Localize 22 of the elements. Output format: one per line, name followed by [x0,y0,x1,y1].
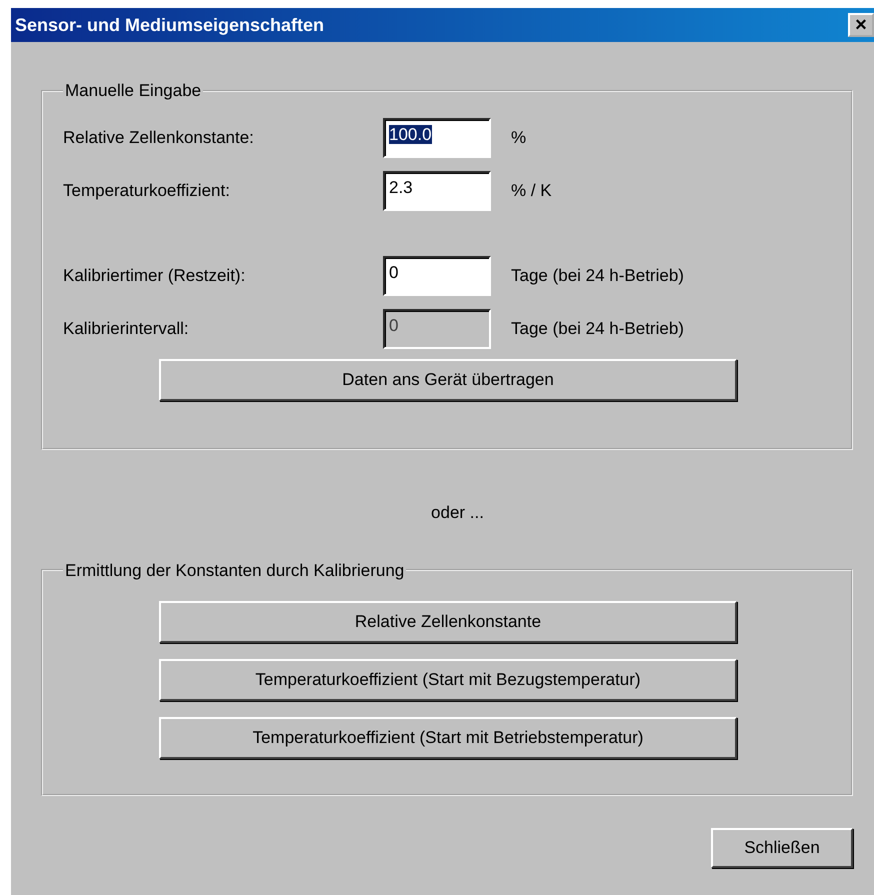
calibration-button[interactable]: Temperaturkoeffizient (Start mit Bezugstemperatur) [159,658,737,700]
unit-label: % [511,126,526,149]
separator-text: oder ... [431,503,484,522]
field-label: Kalibriertimer (Restzeit): [63,264,246,287]
close-dialog-button[interactable]: Schließen [711,828,853,868]
group-title: Manuelle Eingabe [65,81,202,100]
close-button[interactable]: × [848,13,874,37]
group-title: Ermittlung der Konstanten durch Kalibrierung [65,560,404,580]
input-field: 0 [383,308,491,348]
transfer-data-button[interactable]: Daten ans Gerät übertragen [159,359,737,401]
window-title: Sensor- und Mediumseigenschaften [15,14,324,37]
field-label: Relative Zellenkonstante: [63,126,255,149]
unit-label: Tage (bei 24 h-Betrieb) [511,318,684,340]
field-label: Kalibrierintervall: [63,318,190,340]
input-field[interactable]: 100.0 [383,118,491,158]
unit-label: Tage (bei 24 h-Betrieb) [511,264,684,287]
input-field[interactable]: 0 [383,256,491,296]
calibration-button[interactable]: Temperaturkoeffizient (Start mit Betriebstemperatur) [159,716,737,758]
field-label: Temperaturkoeffizient: [63,180,231,202]
input-field[interactable]: 2.3 [383,170,491,210]
calibration-button[interactable]: Relative Zellenkonstante [159,600,737,642]
unit-label: % / K [511,180,552,202]
